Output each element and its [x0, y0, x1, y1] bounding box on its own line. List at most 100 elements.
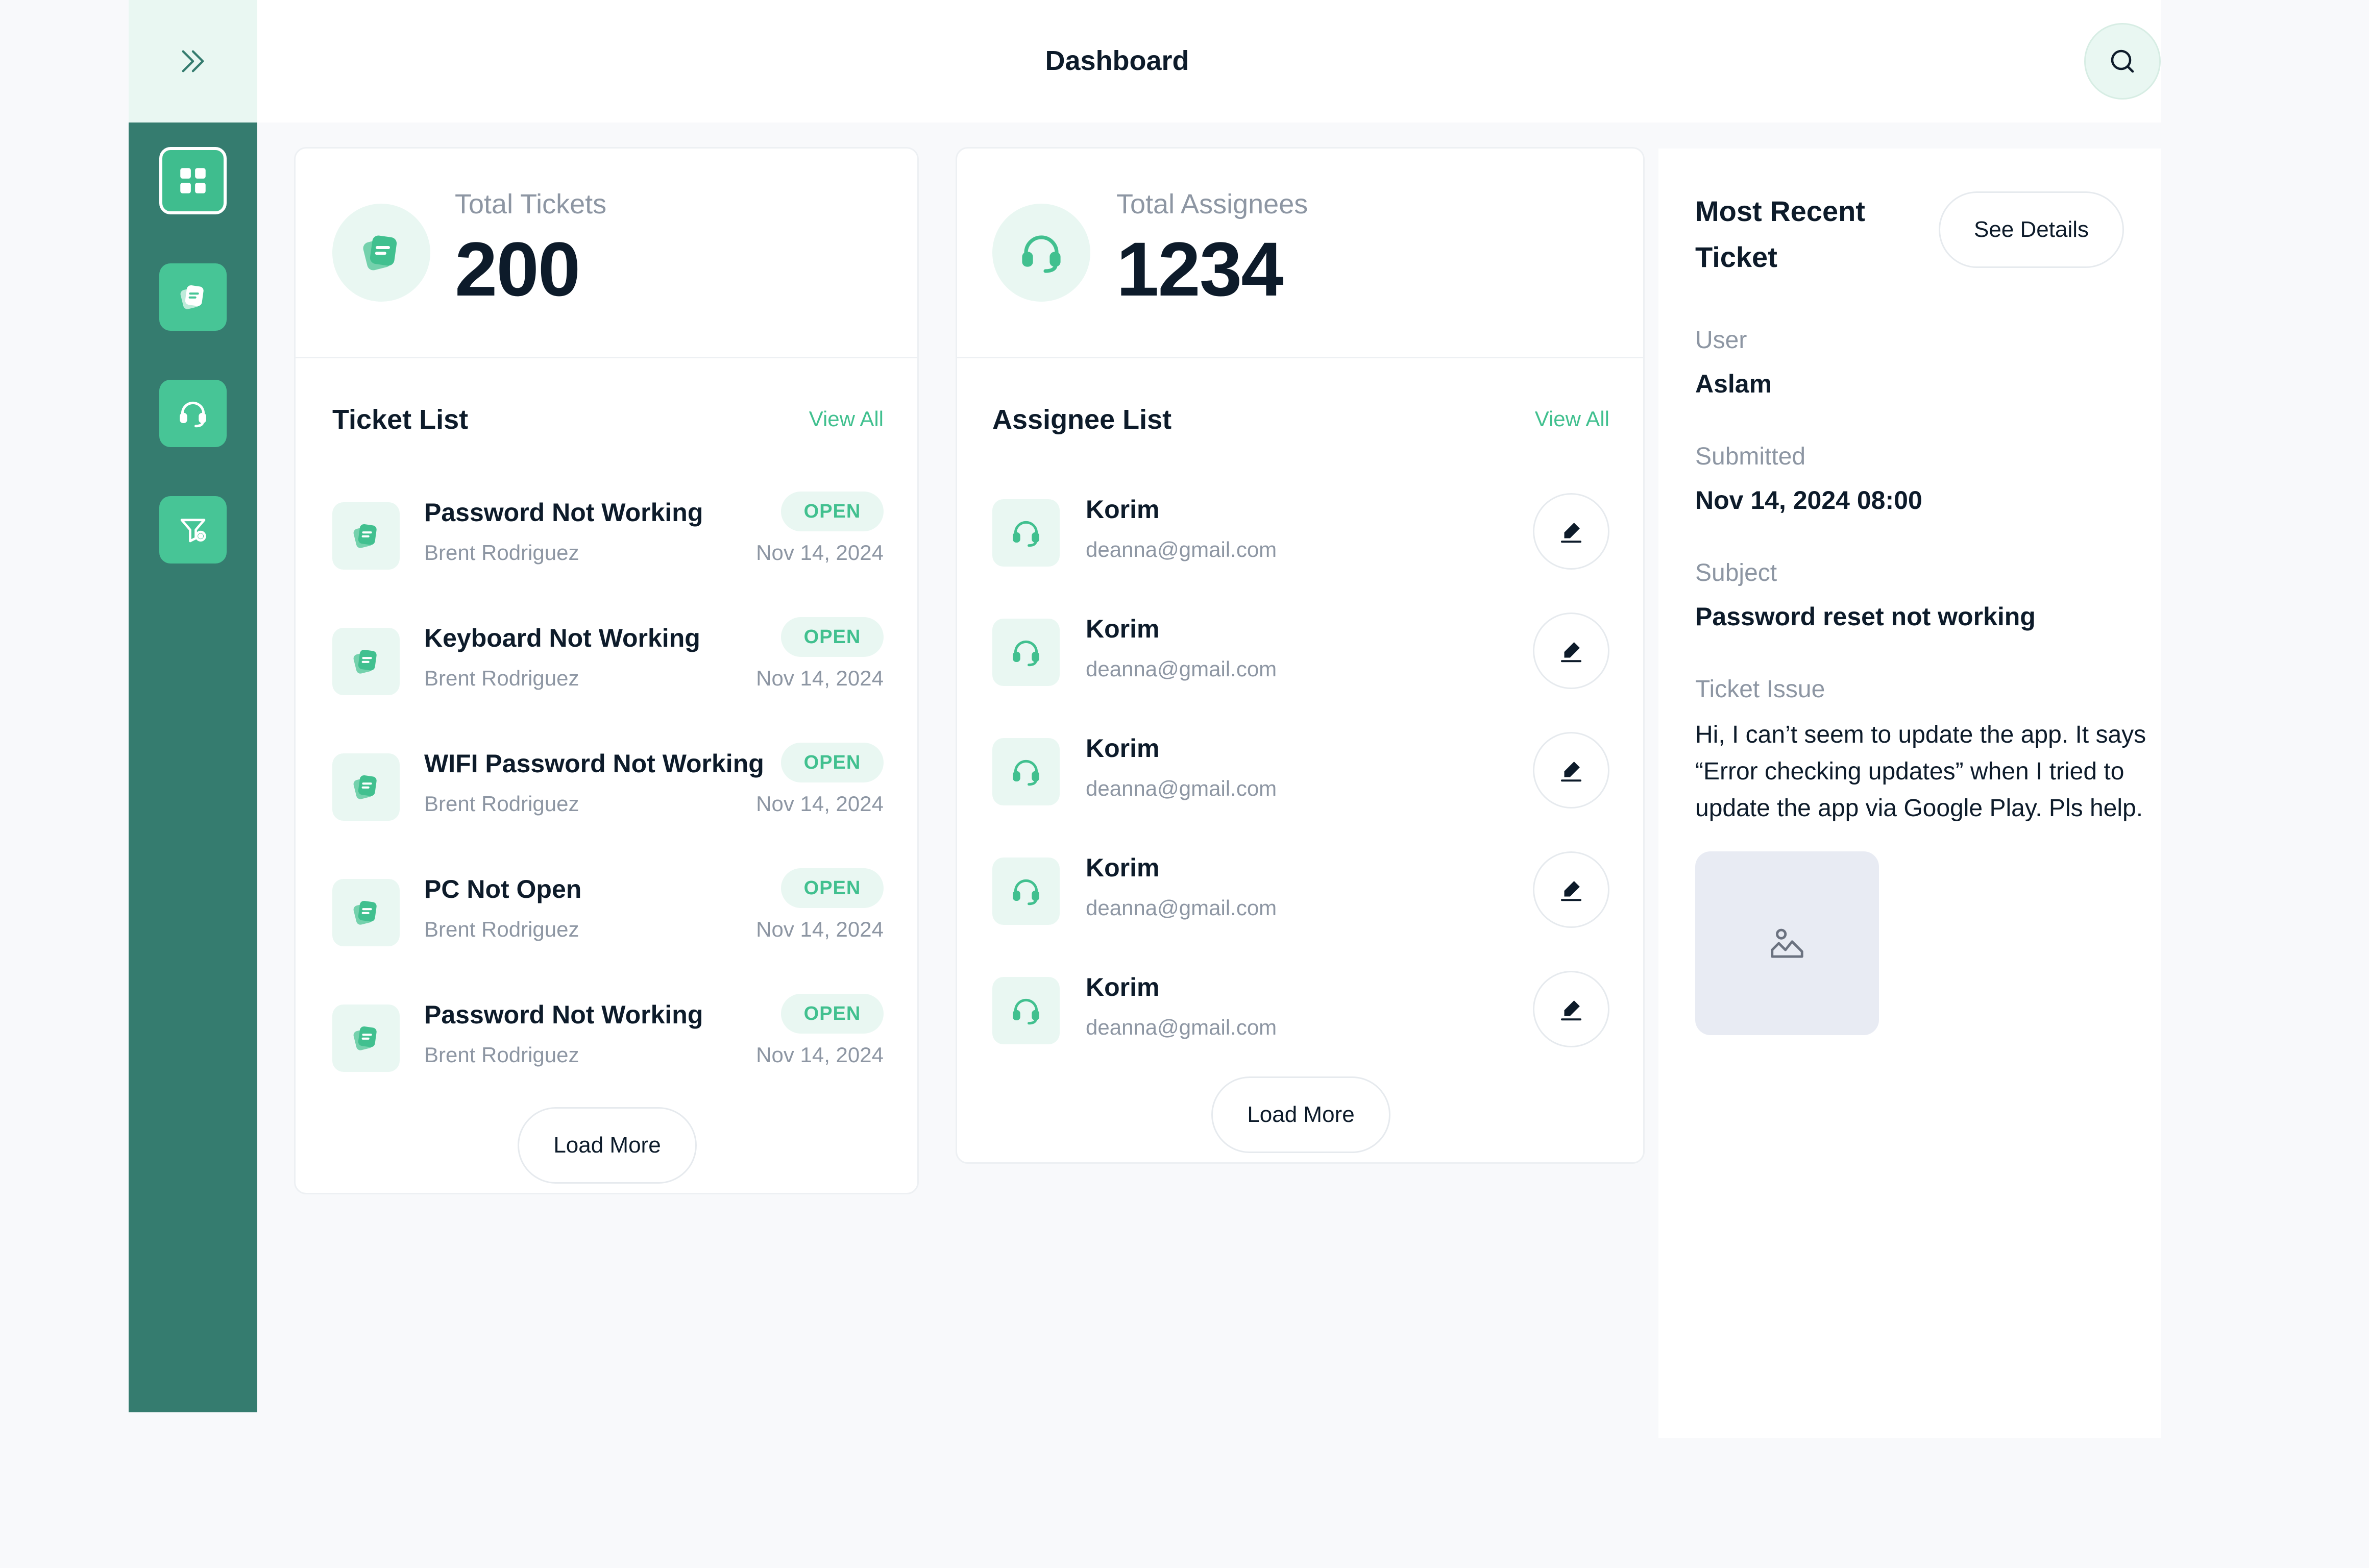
assignee-load-more-button[interactable]: Load More	[1211, 1076, 1390, 1153]
ticket-item-icon	[332, 879, 400, 946]
ticket-date: Nov 14, 2024	[756, 541, 884, 565]
edit-assignee-button[interactable]	[1533, 612, 1609, 689]
ticket-requester: Brent Rodriguez	[424, 1043, 579, 1067]
assignee-email: deanna@gmail.com	[1086, 776, 1277, 800]
tickets-icon	[353, 524, 377, 548]
card-divider	[957, 357, 1643, 358]
ticket-date: Nov 14, 2024	[756, 792, 884, 816]
ticket-item-icon	[332, 753, 400, 821]
edit-pen-icon	[1560, 642, 1582, 663]
assignee-list-title: Assignee List	[992, 404, 1172, 435]
ticket-requester: Brent Rodriguez	[424, 792, 579, 816]
ticket-load-more-button[interactable]: Load More	[518, 1107, 697, 1184]
subject-label: Subject	[1695, 559, 1777, 586]
tickets-icon	[353, 900, 377, 925]
ticket-title: Keyboard Not Working	[424, 624, 700, 652]
ticket-requester: Brent Rodriguez	[424, 666, 579, 690]
assignee-name: Korim	[1086, 734, 1160, 763]
nav-filter[interactable]	[159, 496, 227, 564]
submitted-value: Nov 14, 2024 08:00	[1695, 486, 1922, 514]
sidebar	[129, 122, 257, 1412]
assignee-item-icon	[992, 619, 1060, 686]
total-tickets-value: 200	[455, 226, 580, 312]
total-tickets-label: Total Tickets	[455, 189, 607, 219]
see-details-button[interactable]: See Details	[1939, 191, 2124, 268]
assignee-email: deanna@gmail.com	[1086, 657, 1277, 681]
assignee-name: Korim	[1086, 495, 1160, 524]
edit-pen-icon	[1560, 881, 1582, 901]
nav-assignees[interactable]	[159, 380, 227, 447]
top-header: Dashboard	[257, 0, 2161, 122]
headset-icon	[1013, 760, 1039, 786]
status-badge: OPEN	[781, 994, 884, 1034]
tickets-icon	[180, 285, 204, 309]
ticket-title: Password Not Working	[424, 498, 703, 527]
headset-icon	[180, 401, 206, 428]
ticket-list-title: Ticket List	[332, 404, 469, 435]
ticket-issue-label: Ticket Issue	[1695, 676, 1825, 703]
ticket-card: Total Tickets 200 Ticket List View All P…	[294, 147, 919, 1194]
subject-value: Password reset not working	[1695, 602, 2036, 631]
ticket-requester: Brent Rodriguez	[424, 541, 579, 565]
assignee-card: Total Assignees 1234 Assignee List View …	[956, 147, 1645, 1164]
status-badge: OPEN	[781, 743, 884, 782]
filter-icon	[180, 519, 206, 543]
edit-assignee-button[interactable]	[1533, 732, 1609, 808]
nav-tickets[interactable]	[159, 263, 227, 331]
edit-pen-icon	[1560, 1000, 1582, 1021]
ticket-title: PC Not Open	[424, 875, 582, 903]
double-chevron-right-icon	[182, 50, 204, 72]
assignee-email: deanna@gmail.com	[1086, 1015, 1277, 1039]
attachment-thumbnail[interactable]	[1695, 851, 1879, 1035]
headset-icon	[1013, 998, 1039, 1025]
status-badge: OPEN	[781, 868, 884, 908]
ticket-title: Password Not Working	[424, 1000, 703, 1029]
user-label: User	[1695, 327, 1747, 354]
submitted-label: Submitted	[1695, 443, 1806, 470]
ticket-date: Nov 14, 2024	[756, 1043, 884, 1067]
sidebar-toggle-button[interactable]	[129, 0, 257, 122]
assignee-email: deanna@gmail.com	[1086, 896, 1277, 920]
assignee-name: Korim	[1086, 615, 1160, 643]
most-recent-ticket-panel: Most Recent Ticket See Details User Asla…	[1658, 149, 2161, 1438]
status-badge: OPEN	[781, 617, 884, 657]
edit-pen-icon	[1560, 762, 1582, 782]
headset-icon	[1022, 235, 1061, 273]
headset-icon	[1013, 521, 1039, 547]
ticket-date: Nov 14, 2024	[756, 917, 884, 941]
dashboard-grid-icon	[180, 168, 206, 193]
image-placeholder-icon	[1771, 928, 1803, 958]
ticket-item-icon	[332, 628, 400, 695]
user-value: Aslam	[1695, 370, 1772, 398]
ticket-view-all-link[interactable]: View All	[809, 407, 884, 431]
total-tickets-icon-wrap	[332, 204, 430, 302]
card-divider	[296, 357, 917, 358]
tickets-icon	[353, 649, 377, 674]
assignee-item-icon	[992, 977, 1060, 1044]
ticket-date: Nov 14, 2024	[756, 666, 884, 690]
assignee-item-icon	[992, 857, 1060, 925]
assignee-name: Korim	[1086, 973, 1160, 1001]
tickets-icon	[353, 1026, 377, 1050]
recent-ticket-title: Most Recent Ticket	[1695, 195, 1865, 273]
ticket-item-icon	[332, 502, 400, 570]
tickets-icon	[363, 235, 397, 271]
assignee-view-all-link[interactable]: View All	[1535, 407, 1609, 431]
assignee-name: Korim	[1086, 853, 1160, 882]
edit-pen-icon	[1560, 523, 1582, 543]
search-button[interactable]	[2084, 23, 2161, 100]
assignee-item-icon	[992, 499, 1060, 567]
nav-dashboard[interactable]	[159, 147, 227, 214]
assignee-item-icon	[992, 738, 1060, 805]
status-badge: OPEN	[781, 492, 884, 531]
assignee-email: deanna@gmail.com	[1086, 537, 1277, 561]
search-icon	[2111, 50, 2134, 73]
ticket-item-icon	[332, 1004, 400, 1072]
edit-assignee-button[interactable]	[1533, 971, 1609, 1047]
edit-assignee-button[interactable]	[1533, 493, 1609, 570]
edit-assignee-button[interactable]	[1533, 851, 1609, 928]
headset-icon	[1013, 879, 1039, 905]
total-assignees-label: Total Assignees	[1116, 189, 1308, 219]
total-assignees-icon-wrap	[992, 204, 1090, 302]
ticket-requester: Brent Rodriguez	[424, 917, 579, 941]
